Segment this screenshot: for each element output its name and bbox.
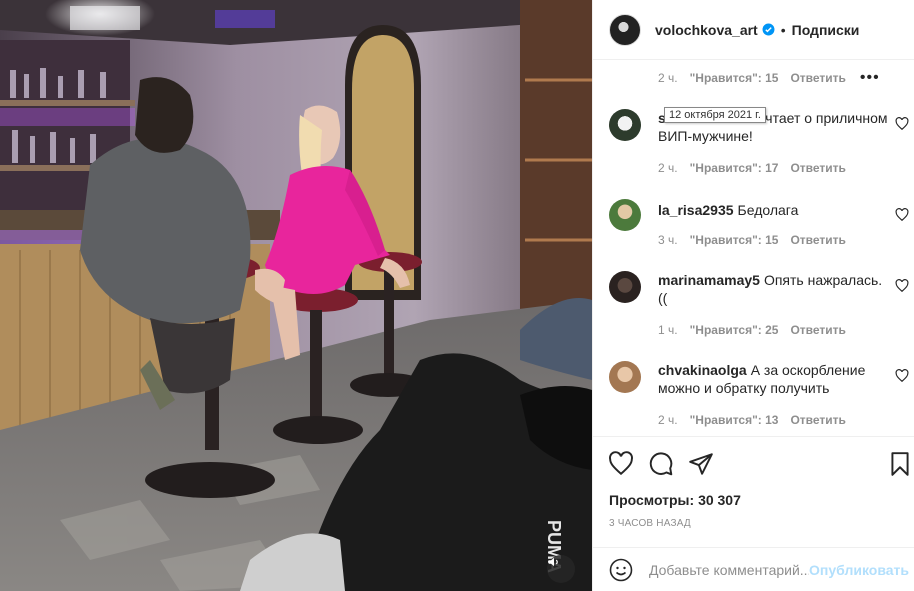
author-avatar[interactable]	[609, 13, 641, 46]
views-count: Просмотры: 30 307	[609, 492, 741, 508]
commenter-avatar[interactable]	[609, 109, 641, 141]
commenter-avatar[interactable]	[609, 361, 641, 393]
views-value: 30 307	[698, 492, 741, 508]
comment-likes-count[interactable]: "Нравится": 17	[690, 161, 779, 175]
reply-button[interactable]: Ответить	[790, 161, 845, 175]
post-media[interactable]: PUMA	[0, 0, 592, 591]
comment-like-heart-icon[interactable]	[895, 208, 909, 222]
publish-button[interactable]: Опубликовать	[809, 562, 909, 578]
comment-text: chvakinaolga А за оскорбление можно и обр…	[658, 361, 890, 397]
comment-likes-count[interactable]: "Нравится": 25	[690, 323, 779, 337]
comment-time: 2 ч.	[658, 413, 678, 427]
comment-bubble-icon[interactable]	[648, 451, 674, 477]
comment-text: marinamamay5 Опять нажралась. ((	[658, 271, 890, 307]
comment-content: Бедолага	[737, 202, 799, 218]
post-header: volochkova_art • Подписки	[593, 0, 914, 60]
comments-list[interactable]: 2 ч. "Нравится": 15 Ответить ••• shмечта…	[593, 61, 914, 436]
commenter-username[interactable]: marinamamay5	[658, 272, 760, 288]
commenter-avatar[interactable]	[609, 199, 641, 231]
comment-time: 2 ч.	[658, 161, 678, 175]
following-button[interactable]: Подписки	[792, 22, 860, 38]
views-label: Просмотры:	[609, 492, 695, 508]
more-options-button[interactable]: •••	[860, 69, 880, 87]
comment-like-heart-icon[interactable]	[895, 369, 909, 383]
comment-time: 1 ч.	[658, 323, 678, 337]
author-username[interactable]: volochkova_art	[655, 22, 758, 38]
reply-button[interactable]: Ответить	[790, 71, 845, 85]
comment-meta: 2 ч. "Нравится": 13 Ответить	[658, 411, 858, 429]
comment-like-heart-icon[interactable]	[895, 117, 909, 131]
add-comment-bar: Опубликовать	[593, 547, 914, 591]
reply-button[interactable]: Ответить	[790, 413, 845, 427]
comment-like-heart-icon[interactable]	[895, 279, 909, 293]
verified-badge-icon	[762, 23, 775, 36]
date-tooltip: 12 октября 2021 г.	[664, 107, 766, 123]
video-frame: PUMA	[0, 0, 592, 591]
action-bar	[593, 436, 914, 490]
reply-button[interactable]: Ответить	[790, 323, 845, 337]
comment-meta: 2 ч. "Нравится": 17 Ответить	[658, 159, 858, 177]
speaker-icon	[548, 557, 558, 567]
comment-meta: 1 ч. "Нравится": 25 Ответить	[658, 321, 858, 339]
comment-time: 3 ч.	[658, 233, 678, 247]
header-separator: •	[780, 21, 786, 38]
reply-button[interactable]: Ответить	[790, 233, 845, 247]
comment-meta-previous: 2 ч. "Нравится": 15 Ответить •••	[658, 69, 892, 87]
post-timestamp[interactable]: 3 ЧАСОВ НАЗАД	[609, 518, 691, 529]
smiley-icon[interactable]	[609, 558, 633, 582]
paper-plane-icon[interactable]	[688, 451, 714, 477]
comment-meta: 3 ч. "Нравится": 15 Ответить	[658, 231, 858, 249]
comment-likes-count[interactable]: "Нравится": 15	[690, 233, 779, 247]
comment-likes-count[interactable]: "Нравится": 15	[690, 71, 779, 85]
comment-input[interactable]	[649, 561, 809, 578]
commenter-username[interactable]: la_risa2935	[658, 202, 734, 218]
heart-icon[interactable]	[608, 451, 634, 477]
post-panel: volochkova_art • Подписки 2 ч. "Нравится…	[592, 0, 914, 591]
bookmark-icon[interactable]	[887, 451, 913, 477]
commenter-username[interactable]: chvakinaolga	[658, 362, 747, 378]
comment-likes-count[interactable]: "Нравится": 13	[690, 413, 779, 427]
sound-toggle-button[interactable]	[547, 555, 575, 583]
comment-text: la_risa2935 Бедолага	[658, 201, 890, 219]
commenter-avatar[interactable]	[609, 271, 641, 303]
comment-time: 2 ч.	[658, 71, 678, 85]
